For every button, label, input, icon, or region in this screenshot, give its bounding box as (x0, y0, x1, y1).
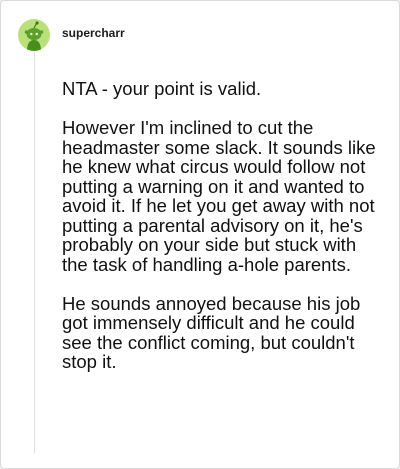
snoo-avatar-icon (24, 21, 44, 51)
user-avatar[interactable] (18, 19, 50, 51)
comment-body: NTA - your point is valid. However I'm i… (62, 79, 382, 372)
comment-card: supercharr NTA - your point is valid. Ho… (0, 0, 400, 469)
comment-paragraph: NTA - your point is valid. (62, 78, 262, 99)
comment-author[interactable]: supercharr (62, 26, 125, 40)
comment-paragraph: However I'm inclined to cut the headmast… (62, 117, 376, 275)
thread-line[interactable] (34, 53, 35, 453)
comment-paragraph: He sounds annoyed because his job got im… (62, 292, 361, 372)
